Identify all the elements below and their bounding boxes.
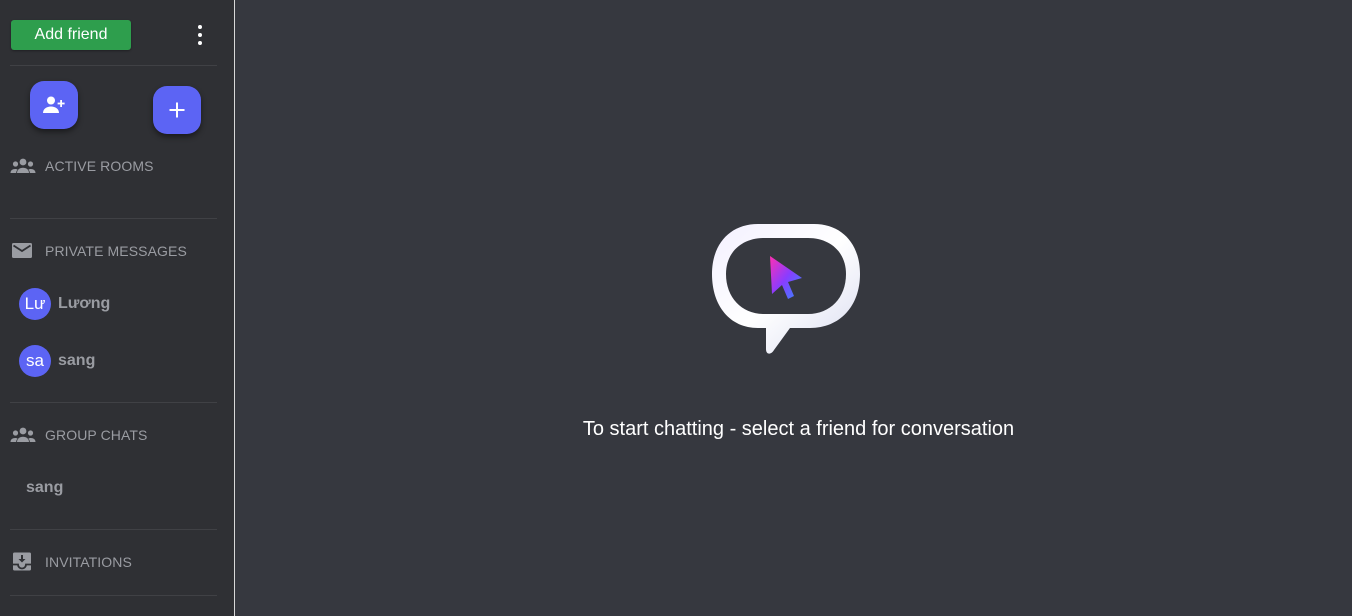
chat-empty-state: To start chatting - select a friend for … [236, 0, 1352, 616]
create-room-fab[interactable] [153, 86, 201, 134]
divider [10, 529, 217, 530]
add-friend-button[interactable]: Add friend [11, 20, 131, 50]
divider [10, 595, 217, 596]
inbox-download-icon [13, 552, 31, 571]
people-icon [10, 427, 36, 442]
contact-item[interactable]: Lư Lương [19, 288, 219, 320]
app: Add friend ACTIVE ROOMS PRIVATE MESSAGES… [0, 0, 1352, 616]
divider [10, 402, 217, 403]
mail-icon [12, 243, 32, 258]
person-add-icon [43, 96, 65, 113]
people-icon [10, 158, 36, 173]
avatar: Lư [19, 288, 51, 320]
contact-item[interactable]: sa sang [19, 345, 219, 377]
divider [10, 218, 217, 219]
add-friend-fab[interactable] [30, 81, 78, 129]
group-chat-item[interactable]: sang [26, 479, 63, 497]
section-label: INVITATIONS [45, 554, 132, 570]
section-label: GROUP CHATS [45, 427, 148, 443]
section-private-messages: PRIVATE MESSAGES [10, 240, 220, 262]
contact-name: Lương [58, 295, 111, 312]
section-label: ACTIVE ROOMS [45, 158, 154, 174]
section-group-chats: GROUP CHATS [10, 424, 220, 446]
section-active-rooms: ACTIVE ROOMS [10, 155, 220, 177]
section-invitations: INVITATIONS [10, 551, 220, 573]
empty-state-message: To start chatting - select a friend for … [582, 418, 1015, 440]
chat-bubble-cursor-icon [712, 224, 860, 354]
more-vertical-icon[interactable] [190, 24, 210, 46]
plus-icon [169, 102, 185, 118]
avatar: sa [19, 345, 51, 377]
sidebar: Add friend ACTIVE ROOMS PRIVATE MESSAGES… [0, 0, 235, 616]
section-label: PRIVATE MESSAGES [45, 243, 187, 259]
contact-name: sang [58, 352, 96, 369]
divider [10, 65, 217, 66]
